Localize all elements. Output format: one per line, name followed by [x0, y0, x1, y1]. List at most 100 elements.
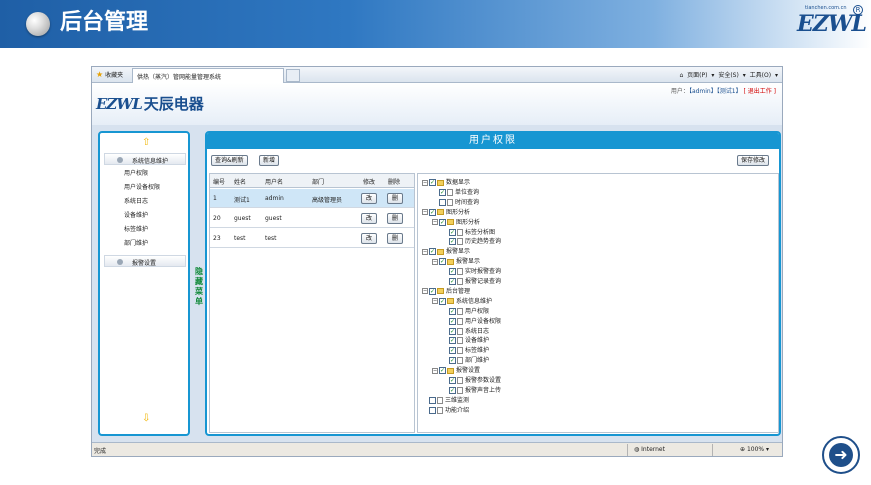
- browser-tab[interactable]: 供热（蒸汽）管网能量管理系统: [132, 68, 284, 83]
- checkbox[interactable]: ✓: [449, 238, 456, 246]
- tree-node[interactable]: ✓ 单位查询: [432, 188, 479, 197]
- tree-node[interactable]: − ✓ 报警显示: [422, 247, 470, 256]
- expand-toggle-icon[interactable]: −: [432, 298, 438, 305]
- tree-node[interactable]: ✓ 设备维护: [442, 336, 489, 345]
- safety-menu[interactable]: 安全(S) ▾: [718, 72, 745, 79]
- menu-item-user-permissions[interactable]: 用户权限: [124, 168, 148, 177]
- logout-link[interactable]: [ 退出工作 ]: [744, 88, 777, 95]
- add-button[interactable]: 新增: [259, 155, 280, 166]
- next-slide-button[interactable]: ➜: [822, 436, 860, 474]
- expand-toggle-icon[interactable]: −: [422, 179, 428, 186]
- menu-group-alarm[interactable]: 报警设置: [104, 255, 186, 267]
- scroll-down-arrow-icon[interactable]: ⇩: [142, 413, 150, 424]
- edit-button[interactable]: 改: [361, 213, 377, 224]
- tree-node[interactable]: − ✓ 数据显示: [422, 178, 470, 187]
- user-prefix: 用户：: [670, 88, 689, 95]
- checkbox[interactable]: ✓: [449, 268, 456, 276]
- tree-node[interactable]: − ✓ 后台管理: [422, 287, 470, 296]
- checkbox[interactable]: [429, 406, 436, 414]
- checkbox[interactable]: ✓: [439, 258, 446, 266]
- tree-node[interactable]: ✓ 标签维护: [442, 346, 489, 355]
- slide-header: 后台管理 tianchen.com.cn EZWL R: [0, 0, 871, 48]
- delete-button[interactable]: 删: [387, 213, 403, 224]
- checkbox[interactable]: ✓: [449, 337, 456, 345]
- tree-node[interactable]: ✓ 用户权限: [442, 307, 489, 316]
- tree-node[interactable]: ✓ 用户设备权限: [442, 317, 501, 326]
- tree-node[interactable]: − ✓ 系统信息维护: [432, 297, 492, 306]
- home-icon[interactable]: ⌂: [679, 72, 683, 79]
- tree-node[interactable]: ✓ 报警记录查询: [442, 277, 501, 286]
- tree-node[interactable]: − ✓ 报警设置: [432, 366, 480, 375]
- expand-toggle-icon[interactable]: −: [432, 258, 438, 265]
- checkbox[interactable]: ✓: [449, 307, 456, 315]
- checkbox[interactable]: ✓: [429, 287, 436, 295]
- expand-toggle-icon[interactable]: −: [422, 248, 428, 255]
- favorites-button[interactable]: ★ 收藏夹: [96, 70, 123, 79]
- checkbox[interactable]: ✓: [439, 367, 446, 375]
- checkbox[interactable]: ✓: [439, 218, 446, 226]
- tools-menu[interactable]: 工具(O) ▾: [750, 72, 778, 79]
- hide-menu-toggle[interactable]: 隐藏菜单: [193, 267, 205, 317]
- save-changes-button[interactable]: 保存修改: [737, 155, 770, 166]
- expand-toggle-icon[interactable]: −: [432, 219, 438, 226]
- tree-node-label: 历史趋势查询: [465, 238, 502, 246]
- menu-item-tag-maintenance[interactable]: 标签维护: [124, 224, 148, 233]
- tree-node[interactable]: − ✓ 图形分析: [432, 218, 480, 227]
- new-tab-button[interactable]: [286, 69, 300, 82]
- cell-username: admin: [265, 195, 284, 202]
- page-menu[interactable]: 页面(P) ▾: [687, 72, 714, 79]
- tree-node[interactable]: ✓ 历史趋势查询: [442, 237, 501, 246]
- tree-node-label: 设备维护: [465, 337, 490, 345]
- tree-node[interactable]: ✓ 部门维护: [442, 356, 489, 365]
- file-icon: [457, 307, 463, 315]
- edit-button[interactable]: 改: [361, 233, 377, 244]
- checkbox[interactable]: ✓: [429, 208, 436, 216]
- menu-item-system-log[interactable]: 系统日志: [124, 196, 148, 205]
- expand-toggle-icon[interactable]: −: [422, 209, 428, 216]
- tree-node[interactable]: − ✓ 报警显示: [432, 257, 480, 266]
- delete-button[interactable]: 删: [387, 233, 403, 244]
- tree-node[interactable]: ✓ 实时报警查询: [442, 267, 501, 276]
- edit-button[interactable]: 改: [361, 193, 377, 204]
- checkbox[interactable]: ✓: [449, 278, 456, 285]
- security-zone[interactable]: ◍ Internet: [634, 446, 665, 453]
- tree-node[interactable]: ✓ 报警参数设置: [442, 376, 501, 385]
- folder-icon: [447, 367, 454, 374]
- checkbox[interactable]: [439, 198, 446, 206]
- menu-item-user-device-permissions[interactable]: 用户设备权限: [124, 182, 160, 191]
- tree-node[interactable]: − ✓ 图形分析: [422, 208, 470, 217]
- expand-toggle-icon[interactable]: −: [432, 367, 438, 374]
- checkbox[interactable]: ✓: [429, 248, 436, 256]
- menu-group-system[interactable]: 系统信息维护: [104, 153, 186, 165]
- tree-node-label: 图形分析: [446, 208, 471, 216]
- tree-node[interactable]: 三维监测: [422, 396, 469, 405]
- checkbox[interactable]: ✓: [449, 377, 456, 384]
- status-text: 完成: [94, 448, 107, 455]
- table-row[interactable]: 1 测试1 admin 高级管理员 改 删: [210, 189, 414, 208]
- checkbox[interactable]: ✓: [449, 228, 456, 236]
- checkbox[interactable]: [429, 396, 436, 404]
- query-refresh-button[interactable]: 查询&刷新: [211, 155, 248, 166]
- checkbox[interactable]: ✓: [429, 179, 436, 186]
- tree-node-label: 标签维护: [465, 347, 490, 355]
- table-row[interactable]: 20 guest guest 改 删: [210, 209, 414, 228]
- table-row[interactable]: 23 test test 改 删: [210, 229, 414, 248]
- checkbox[interactable]: ✓: [449, 327, 456, 335]
- delete-button[interactable]: 删: [387, 193, 403, 204]
- tree-node[interactable]: 时间查询: [432, 198, 479, 207]
- checkbox[interactable]: ✓: [449, 317, 456, 325]
- scroll-up-arrow-icon[interactable]: ⇧: [142, 137, 150, 148]
- checkbox[interactable]: ✓: [439, 188, 446, 196]
- expand-toggle-icon[interactable]: −: [422, 288, 428, 295]
- tree-node[interactable]: 功能介绍: [422, 406, 469, 415]
- tree-node[interactable]: ✓ 系统日志: [442, 327, 489, 336]
- menu-item-device-maintenance[interactable]: 设备维护: [124, 210, 148, 219]
- checkbox[interactable]: ✓: [449, 357, 456, 365]
- checkbox[interactable]: ✓: [449, 386, 456, 394]
- zoom-control[interactable]: ⊕ 100% ▾: [740, 446, 769, 453]
- checkbox[interactable]: ✓: [439, 297, 446, 305]
- tree-node[interactable]: ✓ 报警声音上传: [442, 386, 501, 395]
- checkbox[interactable]: ✓: [449, 347, 456, 355]
- menu-item-department-maintenance[interactable]: 部门维护: [124, 238, 148, 247]
- tree-node[interactable]: ✓ 标签分析图: [442, 228, 495, 237]
